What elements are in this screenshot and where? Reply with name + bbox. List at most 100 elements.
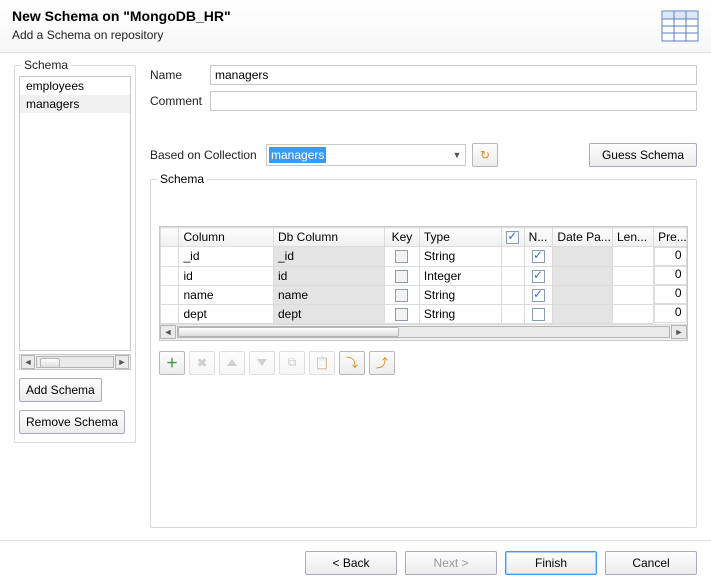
cell-type[interactable]: String (419, 304, 501, 323)
checkbox-icon[interactable] (395, 270, 408, 283)
cell-nullable-box[interactable] (502, 247, 525, 267)
cell-key[interactable] (384, 285, 419, 304)
cell-length[interactable] (613, 266, 654, 285)
cell-nullable[interactable] (524, 304, 553, 323)
cell-length[interactable] (613, 304, 654, 323)
nullable-master-header[interactable] (502, 228, 525, 247)
nullable-header[interactable]: N... (524, 228, 553, 247)
cell-nullable-box[interactable] (502, 266, 525, 285)
scroll-left-icon[interactable]: ◄ (21, 355, 35, 369)
cell-column[interactable]: id (179, 266, 274, 285)
scroll-thumb[interactable] (36, 356, 114, 368)
checkbox-icon[interactable] (395, 250, 408, 263)
cell-precision[interactable]: 0 (654, 247, 686, 266)
cancel-button[interactable]: Cancel (605, 551, 697, 575)
refresh-button[interactable]: ↻ (472, 143, 498, 167)
table-row[interactable]: idid Integer 0 (161, 266, 687, 285)
export-button[interactable]: ⤴ (369, 351, 395, 375)
cell-type[interactable]: String (419, 247, 501, 267)
cell-length[interactable] (613, 285, 654, 304)
back-button[interactable]: < Back (305, 551, 397, 575)
table-row[interactable]: namename String 0 (161, 285, 687, 304)
checkbox-icon[interactable] (395, 308, 408, 321)
guess-schema-button[interactable]: Guess Schema (589, 143, 697, 167)
schema-list-label: Schema (21, 58, 71, 72)
cell-nullable[interactable] (524, 266, 553, 285)
table-row[interactable]: _id_id String 0 (161, 247, 687, 267)
schema-list-item[interactable]: employees (20, 77, 130, 95)
checkbox-icon[interactable] (532, 250, 545, 263)
cell-column[interactable]: _id (179, 247, 274, 267)
row-handle[interactable] (161, 266, 179, 285)
cell-date-pattern[interactable] (553, 304, 613, 323)
collection-combo[interactable]: managers ▼ (266, 144, 466, 166)
chevron-down-icon: ▼ (449, 150, 465, 160)
scroll-track[interactable] (177, 326, 670, 338)
cell-nullable-box[interactable] (502, 285, 525, 304)
column-header[interactable]: Column (179, 228, 274, 247)
cell-column[interactable]: dept (179, 304, 274, 323)
precision-header[interactable]: Pre... (654, 228, 687, 247)
copy-button[interactable]: ⧉ (279, 351, 305, 375)
table-scrollbar[interactable]: ◄ ► (160, 324, 687, 340)
add-schema-button[interactable]: Add Schema (19, 378, 102, 402)
table-icon (661, 10, 699, 42)
name-row: Name (150, 65, 697, 85)
move-down-button[interactable] (249, 351, 275, 375)
type-header[interactable]: Type (419, 228, 501, 247)
cell-db-column[interactable]: name (274, 285, 385, 304)
cell-db-column[interactable]: dept (274, 304, 385, 323)
cell-nullable[interactable] (524, 247, 553, 267)
cell-type[interactable]: Integer (419, 266, 501, 285)
schema-list-scrollbar[interactable]: ◄ ► (19, 354, 131, 370)
remove-schema-button[interactable]: Remove Schema (19, 410, 125, 434)
cell-length[interactable] (613, 247, 654, 267)
checkbox-icon[interactable] (395, 289, 408, 302)
cell-precision[interactable]: 0 (654, 285, 686, 304)
delete-row-button[interactable]: ✖ (189, 351, 215, 375)
import-button[interactable]: ⤵ (339, 351, 365, 375)
scroll-right-icon[interactable]: ► (671, 325, 687, 339)
schema-list[interactable]: employees managers (19, 76, 131, 351)
left-panel: Schema employees managers ◄ ► Add Schema… (14, 65, 136, 528)
cell-precision[interactable]: 0 (654, 266, 686, 285)
table-row[interactable]: deptdept String 0 (161, 304, 687, 323)
collection-combo-value: managers (269, 147, 326, 163)
scroll-left-icon[interactable]: ◄ (160, 325, 176, 339)
row-handle[interactable] (161, 304, 179, 323)
cell-date-pattern[interactable] (553, 247, 613, 267)
name-input[interactable] (210, 65, 697, 85)
cell-key[interactable] (384, 266, 419, 285)
move-up-button[interactable] (219, 351, 245, 375)
cell-db-column[interactable]: _id (274, 247, 385, 267)
cell-type[interactable]: String (419, 285, 501, 304)
cell-key[interactable] (384, 304, 419, 323)
cell-nullable[interactable] (524, 285, 553, 304)
cell-db-column[interactable]: id (274, 266, 385, 285)
length-header[interactable]: Len... (613, 228, 654, 247)
checkbox-icon[interactable] (532, 308, 545, 321)
comment-input[interactable] (210, 91, 697, 111)
wizard-window: New Schema on "MongoDB_HR" Add a Schema … (0, 0, 711, 585)
schema-list-item[interactable]: managers (20, 95, 130, 113)
cell-key[interactable] (384, 247, 419, 267)
cell-precision[interactable]: 0 (654, 304, 686, 323)
db-column-header[interactable]: Db Column (274, 228, 385, 247)
row-handle[interactable] (161, 285, 179, 304)
checkbox-icon[interactable] (506, 231, 519, 244)
checkbox-icon[interactable] (532, 289, 545, 302)
cell-date-pattern[interactable] (553, 266, 613, 285)
row-handle[interactable] (161, 247, 179, 267)
checkbox-icon[interactable] (532, 270, 545, 283)
paste-button[interactable]: 📋 (309, 351, 335, 375)
date-pattern-header[interactable]: Date Pa... (553, 228, 613, 247)
cell-column[interactable]: name (179, 285, 274, 304)
schema-table: Column Db Column Key Type N... Date Pa..… (160, 227, 687, 324)
cell-nullable-box[interactable] (502, 304, 525, 323)
key-header[interactable]: Key (384, 228, 419, 247)
scroll-thumb[interactable] (178, 327, 399, 337)
scroll-right-icon[interactable]: ► (115, 355, 129, 369)
add-row-button[interactable]: ＋ (159, 351, 185, 375)
finish-button[interactable]: Finish (505, 551, 597, 575)
cell-date-pattern[interactable] (553, 285, 613, 304)
